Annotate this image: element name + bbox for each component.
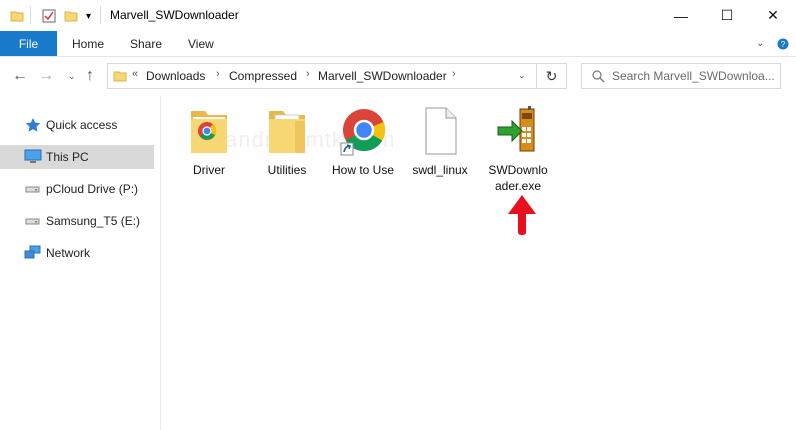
folder-icon — [113, 71, 127, 82]
nav-item-this-pc[interactable]: This PC — [0, 145, 154, 169]
nav-item-network[interactable]: Network — [0, 241, 154, 265]
ribbon-tabs: File Home Share View ⌄ ? — [0, 31, 796, 57]
folder-icon — [269, 111, 305, 153]
search-box — [581, 63, 781, 89]
folder-icon — [10, 7, 24, 25]
help-icon[interactable]: ? — [777, 31, 789, 56]
svg-text:?: ? — [781, 40, 786, 49]
chrome-shortcut-icon — [340, 109, 386, 156]
window-title: Marvell_SWDownloader — [110, 8, 239, 22]
refresh-button[interactable]: ↻ — [537, 63, 567, 89]
address-dropdown-icon[interactable]: ⌄ — [518, 70, 526, 81]
chevron-right-icon[interactable]: › — [216, 68, 220, 80]
file-label: Utilities — [267, 163, 307, 177]
customize-toolbar-icon[interactable]: ▾ — [86, 7, 91, 25]
file-label: swdl_linux — [412, 163, 468, 177]
close-button[interactable]: ✕ — [750, 0, 796, 31]
tab-file[interactable]: File — [0, 31, 57, 56]
tab-view[interactable]: View — [188, 31, 214, 56]
swdownloader-exe-icon — [497, 106, 535, 152]
star-icon — [25, 118, 41, 132]
recent-locations-icon[interactable]: ⌄ — [68, 71, 76, 82]
tab-home[interactable]: Home — [72, 31, 104, 56]
blank-file-icon — [425, 107, 457, 155]
title-bar: ▾ Marvell_SWDownloader — ☐ ✕ — [0, 0, 796, 31]
back-button[interactable]: ← — [12, 67, 28, 85]
address-bar[interactable]: « Downloads › Compressed › Marvell_SWDow… — [107, 63, 537, 89]
chevron-right-icon[interactable]: › — [306, 68, 310, 80]
new-folder-icon[interactable] — [64, 7, 78, 25]
network-icon — [24, 245, 41, 259]
minimize-button[interactable]: — — [658, 0, 704, 31]
search-input[interactable] — [612, 67, 777, 85]
tab-share[interactable]: Share — [130, 31, 162, 56]
annotation-arrow-icon — [508, 195, 536, 235]
breadcrumb-compressed[interactable]: Compressed — [229, 69, 297, 83]
file-label: Driver — [193, 163, 225, 177]
breadcrumb-marvell[interactable]: Marvell_SWDownloader — [318, 69, 447, 83]
computer-icon — [24, 149, 42, 163]
navigation-pane: Quick access This PC pCloud Drive (P:) S… — [0, 96, 161, 430]
maximize-button[interactable]: ☐ — [704, 0, 750, 31]
overflow-icon[interactable]: « — [132, 68, 138, 80]
nav-item-samsung-t5[interactable]: Samsung_T5 (E:) — [0, 209, 154, 233]
breadcrumb-downloads[interactable]: Downloads — [146, 69, 205, 83]
file-label: SWDownlo ader.exe — [488, 163, 548, 193]
search-icon — [592, 70, 605, 83]
nav-item-quick-access[interactable]: Quick access — [0, 113, 154, 137]
forward-button[interactable]: → — [38, 67, 54, 85]
expand-ribbon-icon[interactable]: ⌄ — [756, 31, 764, 56]
file-label: How to Use — [331, 163, 395, 177]
drive-icon — [25, 218, 40, 225]
nav-item-pcloud-drive[interactable]: pCloud Drive (P:) — [0, 177, 154, 201]
properties-icon[interactable] — [42, 7, 56, 25]
navigation-bar: ← → ⌄ ↑ « Downloads › Compressed › Marve… — [0, 56, 796, 96]
folder-chrome-icon — [191, 111, 227, 153]
file-list: androidmtk.com Driver Utilities How to U… — [160, 96, 796, 430]
chevron-right-icon[interactable]: › — [452, 68, 456, 80]
drive-icon — [25, 186, 40, 193]
up-button[interactable]: ↑ — [86, 67, 94, 85]
